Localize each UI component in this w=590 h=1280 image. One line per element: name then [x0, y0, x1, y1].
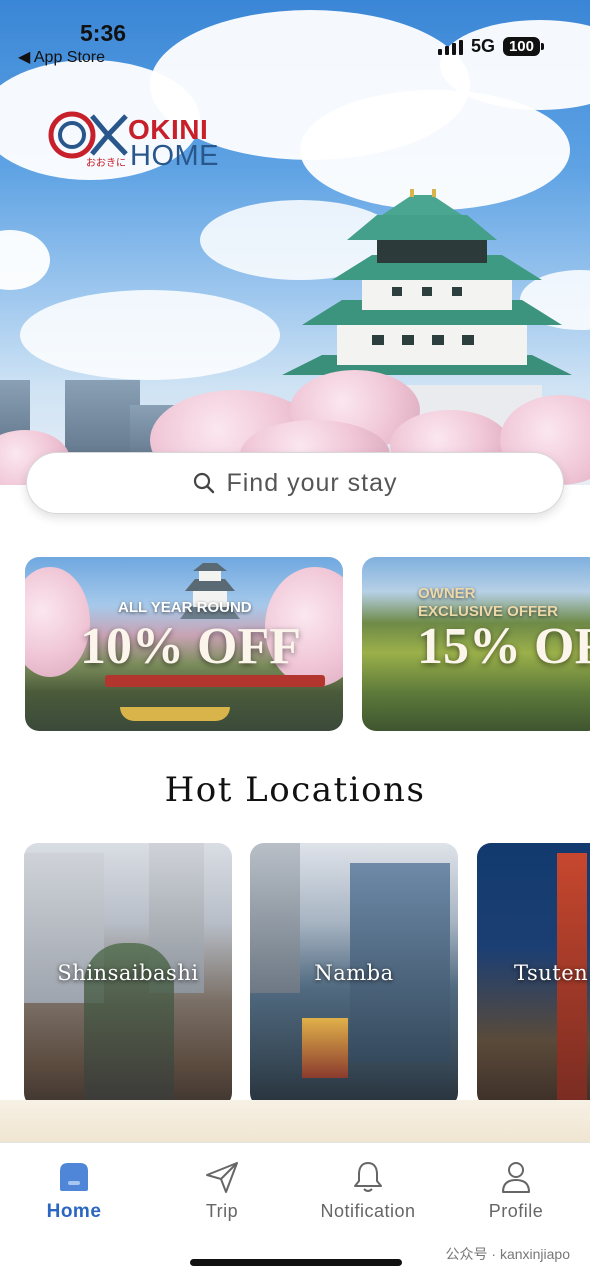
tab-notification[interactable]: Notification [308, 1159, 428, 1222]
search-placeholder: Find your stay [226, 468, 398, 497]
okini-home-logo: OKINI HOME おおきに [48, 110, 238, 172]
decorative-pattern-band [0, 1100, 590, 1145]
logo-mark-icon [48, 111, 128, 159]
promo-subtitle-line1: OWNER [418, 585, 476, 602]
promo-headline: 10% OFF [80, 618, 301, 675]
tab-home[interactable]: Home [14, 1159, 134, 1223]
paper-plane-icon [206, 1162, 238, 1193]
bridge-illustration [105, 675, 325, 687]
location-card-shinsaibashi[interactable]: Shinsaibashi [24, 843, 232, 1107]
tab-label: Trip [205, 1201, 239, 1221]
tab-label: Home [46, 1201, 102, 1222]
status-time: 5:36 [80, 20, 127, 46]
hot-locations-title: Hot Locations [164, 770, 426, 810]
location-label: Tsuten [514, 961, 589, 985]
location-card-tsuten[interactable]: Tsuten [477, 843, 590, 1107]
logo-japanese-text: おおきに [86, 158, 126, 169]
status-indicators: 5G 100 [437, 36, 545, 57]
promo-card-15-off[interactable]: OWNER EXCLUSIVE OFFER 15% OF [362, 557, 590, 731]
watermark-text: 公众号 · kanxinjiapo [445, 1246, 571, 1262]
promo-headline: 15% OF [417, 618, 590, 675]
tab-profile[interactable]: Profile [456, 1159, 576, 1222]
boat-illustration [120, 707, 230, 721]
home-icon [60, 1163, 88, 1191]
person-icon [502, 1162, 530, 1193]
back-to-app-store-link[interactable]: ◀ App Store [18, 47, 105, 67]
location-label: Shinsaibashi [57, 961, 199, 985]
tab-label: Profile [488, 1201, 544, 1221]
location-card-namba[interactable]: Namba [250, 843, 458, 1107]
network-type: 5G [470, 36, 495, 56]
hero-banner: 5:36 ◀ App Store 5G 100 OKINI HOME おおきに [0, 0, 590, 485]
tab-trip[interactable]: Trip [162, 1159, 282, 1222]
logo-word-home: HOME [130, 140, 219, 172]
promo-subtitle: ALL YEAR ROUND [118, 599, 252, 616]
signal-icon [437, 39, 463, 55]
home-indicator[interactable] [190, 1259, 402, 1266]
promo-card-10-off[interactable]: ALL YEAR ROUND 10% OFF [25, 557, 343, 731]
search-icon [194, 472, 215, 494]
search-bar[interactable]: Find your stay [26, 452, 564, 514]
battery-icon: 100 [502, 37, 545, 56]
bell-icon [354, 1162, 382, 1192]
location-label: Namba [314, 961, 394, 985]
tab-label: Notification [320, 1201, 416, 1221]
